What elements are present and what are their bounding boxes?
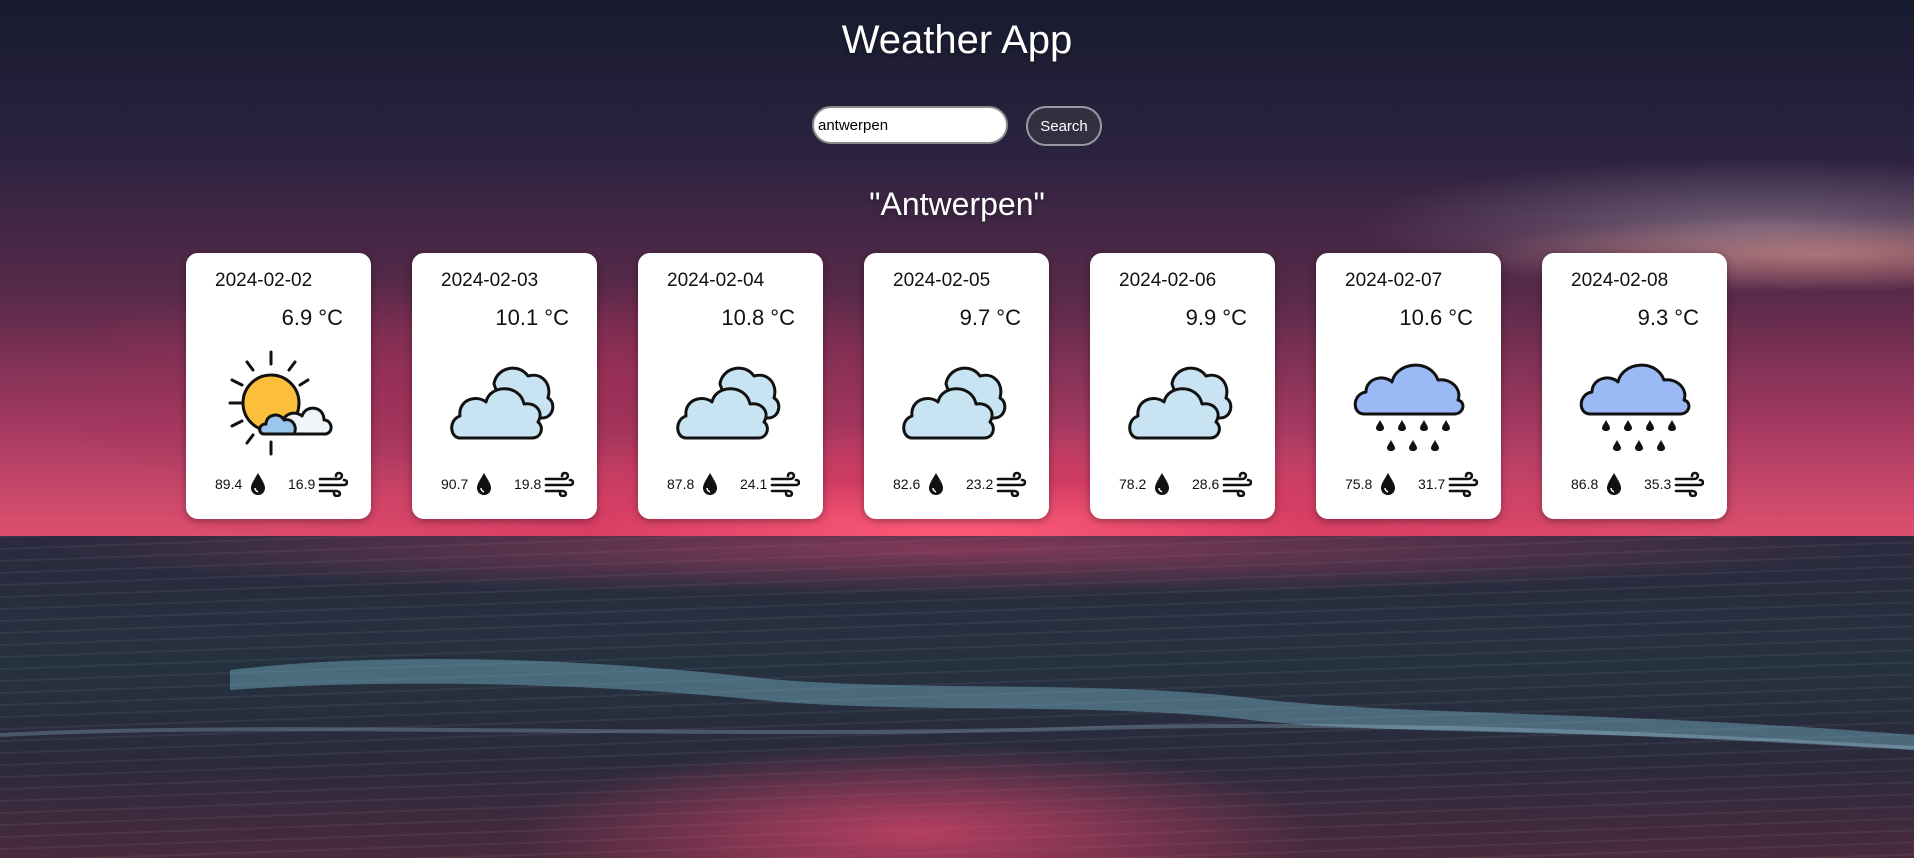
humidity-drop-icon: [703, 473, 717, 495]
humidity-drop-icon: [1607, 473, 1621, 495]
cloudy-icon: [898, 348, 1016, 458]
forecast-card: 2024-02-08 9.3 °C 86.8 35.3: [1542, 253, 1727, 519]
forecast-card: 2024-02-06 9.9 °C 78.2 28.6: [1090, 253, 1275, 519]
humidity-value: 78.2: [1119, 476, 1147, 492]
search-button[interactable]: Search: [1026, 106, 1102, 146]
forecast-card: 2024-02-04 10.8 °C 87.8 24.1: [638, 253, 823, 519]
forecast-list: 2024-02-02 6.9 °C 89.4 16.9 2024-02-03 1…: [186, 253, 1728, 519]
search-input[interactable]: [812, 106, 1008, 144]
humidity-drop-icon: [251, 473, 265, 495]
cloudy-icon: [1124, 348, 1242, 458]
forecast-temperature: 6.9 °C: [281, 305, 343, 330]
wind-icon: [1222, 471, 1252, 497]
wind-icon: [544, 471, 574, 497]
wind-value: 16.9: [288, 476, 316, 492]
cloudy-icon: [672, 348, 790, 458]
wind-value: 23.2: [966, 476, 994, 492]
forecast-date: 2024-02-07: [1345, 270, 1443, 291]
wind-icon: [1674, 471, 1704, 497]
forecast-date: 2024-02-08: [1571, 270, 1669, 291]
background-sea: [0, 536, 1914, 858]
forecast-date: 2024-02-06: [1119, 270, 1217, 291]
humidity-drop-icon: [929, 473, 943, 495]
forecast-card: 2024-02-02 6.9 °C 89.4 16.9: [186, 253, 371, 519]
wind-icon: [996, 471, 1026, 497]
rain-icon: [1350, 348, 1468, 458]
city-name: "Antwerpen": [869, 186, 1045, 222]
humidity-value: 87.8: [667, 476, 695, 492]
cloudy-icon: [446, 348, 564, 458]
forecast-card: 2024-02-03 10.1 °C 90.7 19.8: [412, 253, 597, 519]
humidity-drop-icon: [477, 473, 491, 495]
page-title: Weather App: [841, 18, 1073, 62]
forecast-temperature: 10.1 °C: [495, 305, 569, 330]
forecast-temperature: 10.6 °C: [1399, 305, 1473, 330]
forecast-temperature: 9.3 °C: [1637, 305, 1699, 330]
forecast-date: 2024-02-03: [441, 270, 539, 291]
wind-value: 24.1: [740, 476, 768, 492]
wind-value: 35.3: [1644, 476, 1672, 492]
humidity-value: 86.8: [1571, 476, 1599, 492]
wind-icon: [770, 471, 800, 497]
humidity-drop-icon: [1155, 473, 1169, 495]
forecast-temperature: 9.7 °C: [959, 305, 1021, 330]
forecast-date: 2024-02-05: [893, 270, 991, 291]
wind-value: 31.7: [1418, 476, 1446, 492]
rain-icon: [1576, 348, 1694, 458]
forecast-temperature: 10.8 °C: [721, 305, 795, 330]
forecast-date: 2024-02-02: [215, 270, 313, 291]
humidity-value: 82.6: [893, 476, 921, 492]
humidity-value: 90.7: [441, 476, 469, 492]
forecast-card: 2024-02-05 9.7 °C 82.6 23.2: [864, 253, 1049, 519]
humidity-drop-icon: [1381, 473, 1395, 495]
humidity-value: 75.8: [1345, 476, 1373, 492]
wind-value: 19.8: [514, 476, 542, 492]
forecast-temperature: 9.9 °C: [1185, 305, 1247, 330]
wind-icon: [1448, 471, 1478, 497]
forecast-date: 2024-02-04: [667, 270, 765, 291]
forecast-card: 2024-02-07 10.6 °C 75.8 31.7: [1316, 253, 1501, 519]
humidity-value: 89.4: [215, 476, 243, 492]
wind-icon: [318, 471, 348, 497]
wind-value: 28.6: [1192, 476, 1220, 492]
partly-cloudy-sun-icon: [220, 348, 338, 458]
